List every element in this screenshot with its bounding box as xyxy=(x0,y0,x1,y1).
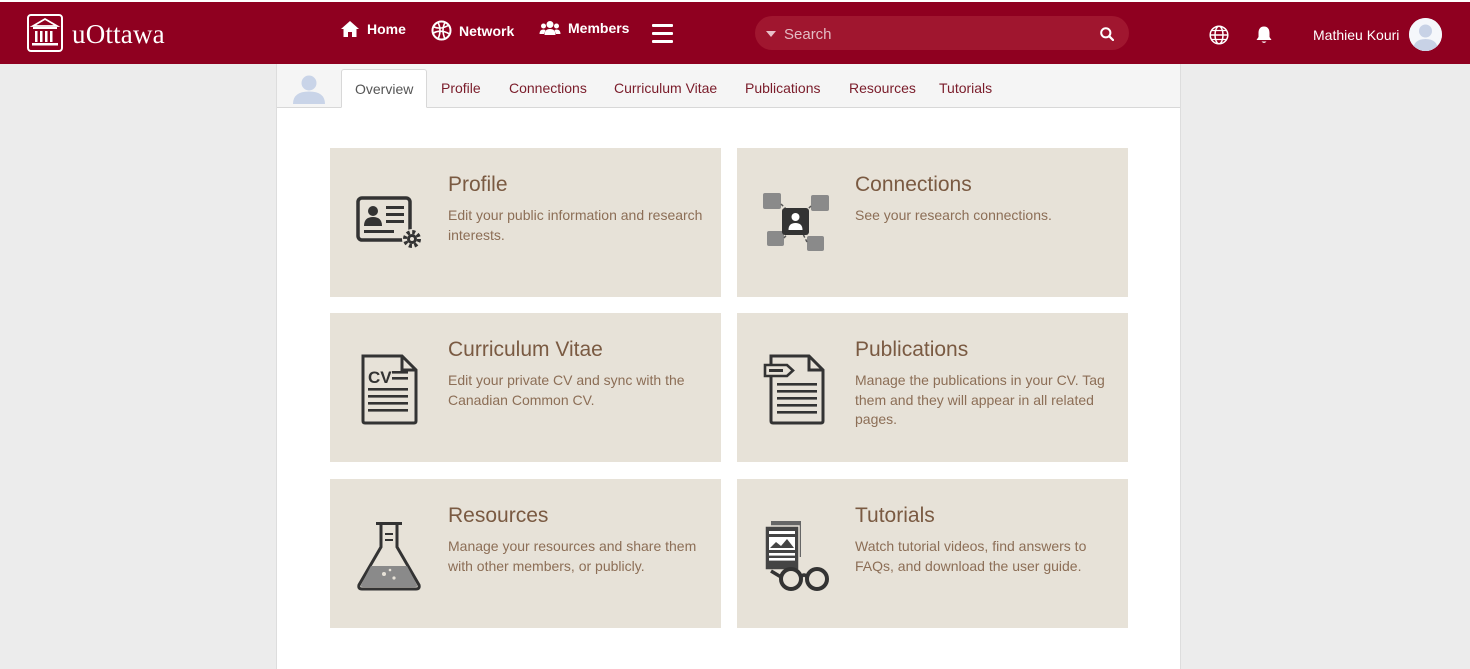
card-title: Profile xyxy=(448,173,508,196)
tab-connections[interactable]: Connections xyxy=(496,69,600,107)
card-description: Edit your private CV and sync with the C… xyxy=(448,372,685,408)
globe-language-icon[interactable] xyxy=(1209,25,1229,45)
flask-icon xyxy=(357,522,421,591)
svg-text:CV: CV xyxy=(368,368,392,387)
tab-resources[interactable]: Resources xyxy=(836,69,929,107)
tab-curriculum-vitae[interactable]: Curriculum Vitae xyxy=(601,69,730,107)
profile-avatar-icon xyxy=(293,75,325,104)
glasses-documents-icon xyxy=(764,521,829,591)
resources-card[interactable]: Resources Manage your resources and shar… xyxy=(330,479,721,628)
connections-icon xyxy=(763,193,829,251)
cv-document-icon: CV xyxy=(361,354,418,425)
search-icon[interactable] xyxy=(1100,27,1114,41)
card-description: Edit your public information and researc… xyxy=(448,207,703,243)
logo-text: uOttawa xyxy=(72,18,165,49)
main-panel: Overview Profile Connections Curriculum … xyxy=(276,64,1181,669)
card-description: See your research connections. xyxy=(855,207,1052,223)
tab-overview[interactable]: Overview xyxy=(341,69,428,108)
nav-network[interactable]: Network xyxy=(431,20,514,41)
tab-profile[interactable]: Profile xyxy=(428,69,494,107)
card-description: Watch tutorial videos, find answers to F… xyxy=(855,538,1087,574)
nav-members-label: Members xyxy=(568,20,630,36)
card-title: Tutorials xyxy=(855,504,935,527)
nav-home-label: Home xyxy=(367,21,406,37)
curriculum-vitae-card[interactable]: CV Curriculum Vitae Edit your private CV… xyxy=(330,313,721,462)
nav-members[interactable]: Members xyxy=(539,20,629,36)
default-user-avatar-icon xyxy=(1409,18,1442,51)
tutorials-card[interactable]: Tutorials Watch tutorial videos, find an… xyxy=(737,479,1128,628)
card-title: Resources xyxy=(448,504,549,527)
publications-card[interactable]: Publications Manage the publications in … xyxy=(737,313,1128,462)
nav-home[interactable]: Home xyxy=(340,20,406,38)
search-input[interactable] xyxy=(782,20,1086,48)
top-navigation-bar: uOttawa Home Network Members Search Math… xyxy=(0,0,1470,64)
search-bar xyxy=(755,16,1129,50)
card-title: Publications xyxy=(855,338,969,361)
connections-card[interactable]: Connections See your research connection… xyxy=(737,148,1128,297)
university-building-icon xyxy=(27,14,63,52)
hamburger-menu-icon[interactable] xyxy=(652,24,673,44)
nav-network-label: Network xyxy=(459,22,515,39)
user-name[interactable]: Mathieu Kouri xyxy=(1313,27,1399,43)
user-avatar[interactable] xyxy=(1409,18,1442,51)
search-scope-dropdown-icon[interactable] xyxy=(766,31,776,37)
card-description: Manage your resources and share them wit… xyxy=(448,538,697,574)
notifications-bell-icon[interactable] xyxy=(1255,25,1273,45)
publication-document-icon xyxy=(763,354,825,425)
uottawa-logo[interactable]: uOttawa xyxy=(27,12,165,52)
members-icon xyxy=(539,21,561,35)
profile-card-icon xyxy=(356,196,422,249)
network-icon xyxy=(431,20,452,41)
profile-card[interactable]: Profile Edit your public information and… xyxy=(330,148,721,297)
home-icon xyxy=(341,21,359,37)
card-title: Connections xyxy=(855,173,972,196)
profile-tab-bar: Overview Profile Connections Curriculum … xyxy=(277,64,1180,108)
card-description: Manage the publications in your CV. Tag … xyxy=(855,372,1105,427)
card-title: Curriculum Vitae xyxy=(448,338,603,361)
tab-tutorials[interactable]: Tutorials xyxy=(926,69,1005,107)
tab-publications[interactable]: Publications xyxy=(732,69,834,107)
